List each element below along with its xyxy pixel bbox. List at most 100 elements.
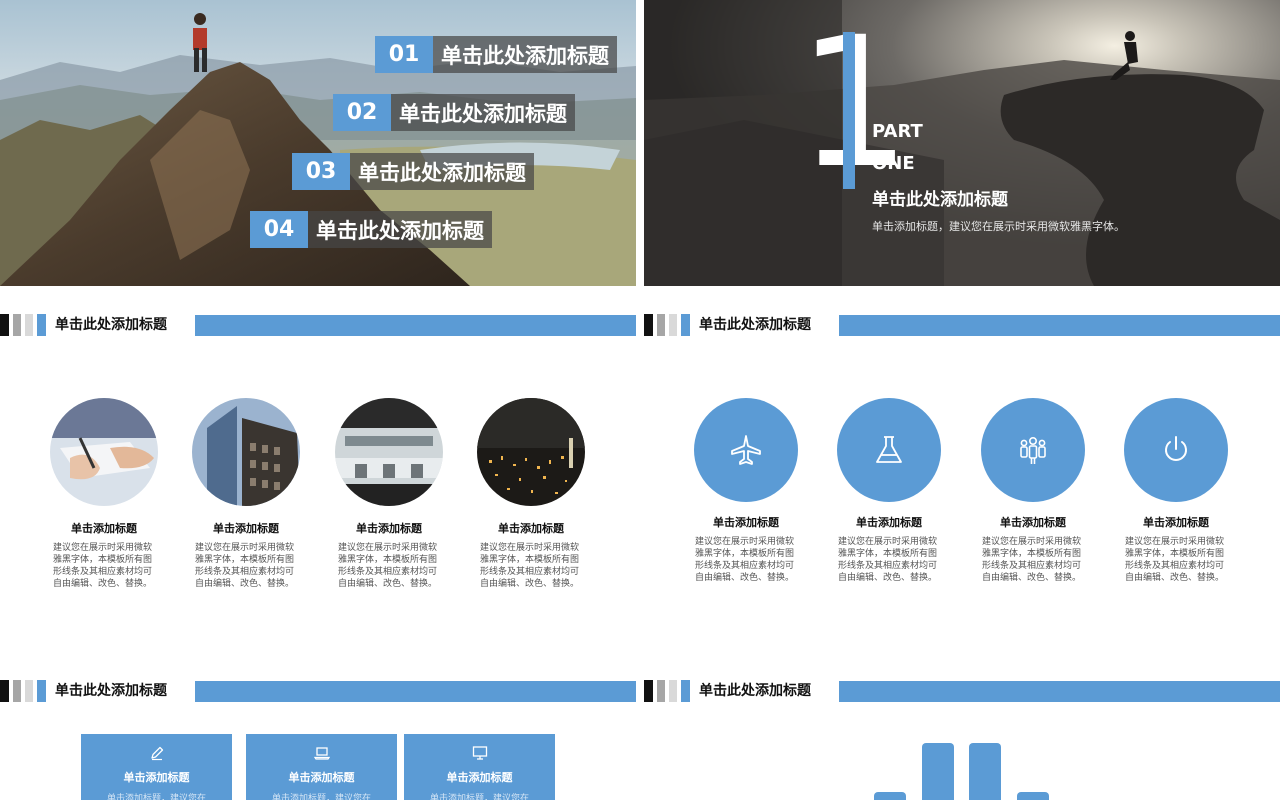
slide-chart[interactable]: 单击此处添加标题	[644, 660, 1280, 800]
section-header: 单击此处添加标题	[0, 313, 636, 337]
toc-item-3[interactable]: 03 单击此处添加标题	[292, 153, 534, 190]
header-square-blue	[37, 314, 46, 336]
header-square-black	[0, 314, 9, 336]
column-description: 建议您在展示时采用微软雅黑字体，本模板所有图形线条及其相应素材均可自由编辑、改色…	[1125, 537, 1225, 583]
card-icon-wrap	[81, 745, 232, 763]
city-night-photo	[477, 398, 585, 506]
header-bar	[195, 315, 636, 336]
card-icon-wrap	[246, 745, 397, 763]
toc-label: 单击此处添加标题	[308, 211, 492, 248]
card-title: 单击添加标题	[446, 771, 513, 784]
header-square-light	[25, 680, 33, 702]
column-description: 建议您在展示时采用微软雅黑字体，本模板所有图形线条及其相应素材均可自由编辑、改色…	[338, 543, 438, 589]
buildings-photo	[192, 398, 300, 506]
toc-number: 02	[333, 94, 391, 131]
column-3[interactable]: 单击添加标题 建议您在展示时采用微软雅黑字体，本模板所有图形线条及其相应素材均可…	[978, 398, 1088, 584]
slide-contents[interactable]: 01 单击此处添加标题 02 单击此处添加标题 03 单击此处添加标题 04 单…	[0, 0, 636, 286]
part-label-one: ONE	[872, 153, 915, 174]
laptop-icon	[313, 747, 330, 760]
column-title: 单击添加标题	[1000, 516, 1066, 529]
section-header: 单击此处添加标题	[0, 679, 636, 703]
column-1[interactable]: 单击添加标题 建议您在展示时采用微软雅黑字体，本模板所有图形线条及其相应素材均可…	[49, 398, 159, 590]
card-title: 单击添加标题	[123, 771, 190, 784]
column-description: 建议您在展示时采用微软雅黑字体，本模板所有图形线条及其相应素材均可自由编辑、改色…	[838, 537, 938, 583]
header-square-blue	[681, 314, 690, 336]
slide-icon-columns[interactable]: 单击此处添加标题 单击添加标题 建议您在展示时采用微软雅黑字体，本模板所有图形线…	[644, 294, 1280, 652]
column-4[interactable]: 单击添加标题 建议您在展示时采用微软雅黑字体，本模板所有图形线条及其相应素材均可…	[1121, 398, 1231, 584]
power-icon	[1165, 436, 1187, 461]
header-square-gray	[657, 314, 665, 336]
flask-icon	[876, 436, 902, 463]
section-title: 单击此处添加标题	[699, 317, 811, 333]
column-1[interactable]: 单击添加标题 建议您在展示时采用微软雅黑字体，本模板所有图形线条及其相应素材均可…	[691, 398, 801, 584]
toc-number: 03	[292, 153, 350, 190]
slide-photo-columns[interactable]: 单击此处添加标题 单击添加标题 建议您在展示时采用微软雅黑字体，本模板所有图形线…	[0, 294, 636, 652]
card-description: 单击添加标题，建议您在	[271, 794, 371, 800]
column-description: 建议您在展示时采用微软雅黑字体，本模板所有图形线条及其相应素材均可自由编辑、改色…	[195, 543, 295, 589]
flask-icon-circle	[837, 398, 941, 502]
team-icon	[1020, 437, 1046, 464]
slide-part-one[interactable]: 1 PART ONE 单击此处添加标题 单击添加标题，建议您在展示时采用微软雅黑…	[644, 0, 1280, 286]
header-square-blue	[681, 680, 690, 702]
toc-item-4[interactable]: 04 单击此处添加标题	[250, 211, 492, 248]
team-icon-circle	[981, 398, 1085, 502]
slide-cards[interactable]: 单击此处添加标题 单击添加标题 单击添加标题，建议您在 单击添加标题 单击添加标…	[0, 660, 636, 800]
toc-label: 单击此处添加标题	[350, 153, 534, 190]
section-title: 单击此处添加标题	[55, 317, 167, 333]
power-icon-circle	[1124, 398, 1228, 502]
section-header: 单击此处添加标题	[644, 679, 1280, 703]
header-square-light	[25, 314, 33, 336]
header-square-gray	[13, 314, 21, 336]
header-bar	[839, 315, 1280, 336]
toc-number: 01	[375, 36, 433, 73]
column-title: 单击添加标题	[213, 522, 279, 535]
card-title: 单击添加标题	[288, 771, 355, 784]
card-1[interactable]: 单击添加标题 单击添加标题，建议您在	[81, 734, 232, 800]
column-title: 单击添加标题	[71, 522, 137, 535]
column-2[interactable]: 单击添加标题 建议您在展示时采用微软雅黑字体，本模板所有图形线条及其相应素材均可…	[834, 398, 944, 584]
header-square-gray	[657, 680, 665, 702]
toc-number: 04	[250, 211, 308, 248]
toc-label: 单击此处添加标题	[433, 36, 617, 73]
monitor-icon	[472, 746, 487, 760]
pencil-icon	[150, 746, 163, 761]
airplane-icon-circle	[694, 398, 798, 502]
card-icon-wrap	[404, 745, 555, 763]
section-header: 单击此处添加标题	[644, 313, 1280, 337]
column-title: 单击添加标题	[713, 516, 779, 529]
header-square-black	[0, 680, 9, 702]
toc-item-2[interactable]: 02 单击此处添加标题	[333, 94, 575, 131]
header-bar	[195, 681, 636, 702]
header-square-gray	[13, 680, 21, 702]
header-square-black	[644, 314, 653, 336]
column-description: 建议您在展示时采用微软雅黑字体，本模板所有图形线条及其相应素材均可自由编辑、改色…	[480, 543, 580, 589]
column-title: 单击添加标题	[856, 516, 922, 529]
section-title: 单击此处添加标题	[55, 683, 167, 699]
header-square-light	[669, 314, 677, 336]
column-description: 建议您在展示时采用微软雅黑字体，本模板所有图形线条及其相应素材均可自由编辑、改色…	[695, 537, 795, 583]
airplane-icon	[731, 435, 761, 465]
header-bar	[839, 681, 1280, 702]
chart-bar	[874, 792, 906, 800]
part-label: PART	[872, 121, 923, 142]
card-description: 单击添加标题，建议您在	[106, 794, 206, 800]
column-2[interactable]: 单击添加标题 建议您在展示时采用微软雅黑字体，本模板所有图形线条及其相应素材均可…	[191, 398, 301, 590]
card-3[interactable]: 单击添加标题 单击添加标题，建议您在	[404, 734, 555, 800]
part-title: 单击此处添加标题	[872, 190, 1008, 210]
column-title: 单击添加标题	[498, 522, 564, 535]
toc-item-1[interactable]: 01 单击此处添加标题	[375, 36, 617, 73]
card-description: 单击添加标题，建议您在	[429, 794, 529, 800]
card-2[interactable]: 单击添加标题 单击添加标题，建议您在	[246, 734, 397, 800]
interior-photo	[335, 398, 443, 506]
header-square-black	[644, 680, 653, 702]
column-description: 建议您在展示时采用微软雅黑字体，本模板所有图形线条及其相应素材均可自由编辑、改色…	[982, 537, 1082, 583]
part-description: 单击添加标题，建议您在展示时采用微软雅黑字体。	[872, 220, 1125, 233]
accent-bar	[843, 32, 855, 189]
toc-label: 单击此处添加标题	[391, 94, 575, 131]
section-title: 单击此处添加标题	[699, 683, 811, 699]
column-4[interactable]: 单击添加标题 建议您在展示时采用微软雅黑字体，本模板所有图形线条及其相应素材均可…	[476, 398, 586, 590]
column-3[interactable]: 单击添加标题 建议您在展示时采用微软雅黑字体，本模板所有图形线条及其相应素材均可…	[334, 398, 444, 590]
column-title: 单击添加标题	[1143, 516, 1209, 529]
header-square-blue	[37, 680, 46, 702]
chart-bar	[1017, 792, 1049, 800]
